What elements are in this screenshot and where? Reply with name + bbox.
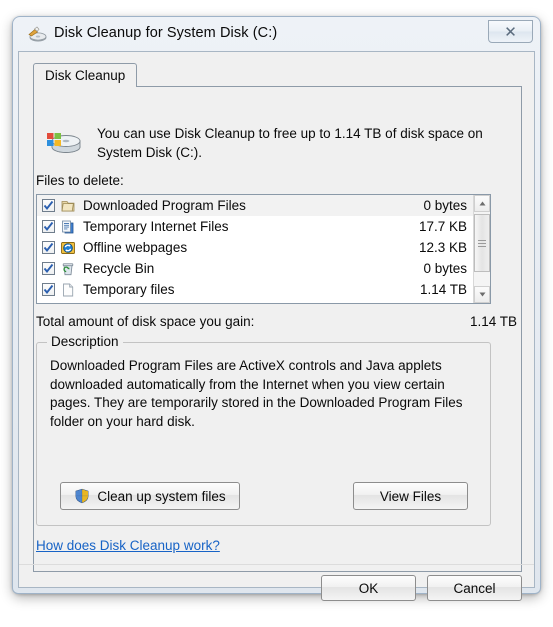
tab-disk-cleanup[interactable]: Disk Cleanup (33, 63, 138, 87)
window-title: Disk Cleanup for System Disk (C:) (54, 25, 278, 41)
dialog-client-area: Disk Cleanup You can use Disk Cleanup to… (18, 51, 535, 601)
ok-button[interactable]: OK (321, 575, 416, 601)
document-pages-icon (60, 219, 76, 235)
list-item-size: 1.14 TB (419, 282, 467, 297)
tab-strip: Disk Cleanup (33, 63, 522, 87)
clean-up-system-files-label: Clean up system files (97, 488, 226, 504)
list-item[interactable]: Recycle Bin 0 bytes (37, 258, 474, 279)
description-legend: Description (47, 334, 123, 349)
list-item[interactable]: Temporary files 1.14 TB (37, 279, 474, 300)
checkbox-downloaded-program-files[interactable] (42, 199, 55, 212)
disk-cleanup-icon (27, 25, 47, 43)
tab-seam (34, 86, 132, 87)
clean-up-system-files-button[interactable]: Clean up system files (60, 482, 240, 510)
checkbox-recycle-bin[interactable] (42, 262, 55, 275)
close-button[interactable]: ✕ (488, 20, 533, 43)
list-item-size: 12.3 KB (418, 240, 467, 255)
description-groupbox: Description Downloaded Program Files are… (36, 334, 491, 526)
disk-cleanup-window: Disk Cleanup for System Disk (C:) ✕ Disk… (12, 16, 542, 601)
list-scrollbar[interactable] (473, 195, 490, 303)
cancel-label: Cancel (453, 580, 496, 596)
list-item-size: 0 bytes (423, 261, 467, 276)
list-item-size: 0 bytes (423, 198, 467, 213)
list-item-label: Recycle Bin (83, 261, 155, 276)
blank-page-icon (60, 282, 76, 298)
scrollbar-grip-icon (478, 238, 486, 249)
view-files-button[interactable]: View Files (353, 482, 468, 510)
files-to-delete-list[interactable]: Downloaded Program Files 0 bytes Tempora… (36, 194, 491, 304)
view-files-label: View Files (379, 488, 442, 504)
hard-disk-icon (44, 125, 84, 157)
uac-shield-icon (74, 488, 90, 504)
checkbox-offline-webpages[interactable] (42, 241, 55, 254)
list-item-label: Downloaded Program Files (83, 198, 246, 213)
total-space-label: Total amount of disk space you gain: (36, 314, 255, 329)
list-item-size: 17.7 KB (418, 219, 467, 234)
list-item[interactable]: Temporary Internet Files 17.7 KB (37, 216, 474, 237)
total-space-value: 1.14 TB (469, 314, 517, 329)
title-bar[interactable]: Disk Cleanup for System Disk (C:) ✕ (13, 17, 542, 51)
close-icon: ✕ (504, 23, 517, 41)
list-item-label: Offline webpages (83, 240, 188, 255)
footer-separator (19, 564, 534, 565)
checkbox-temporary-files[interactable] (42, 283, 55, 296)
checkbox-temporary-internet-files[interactable] (42, 220, 55, 233)
folder-icon (60, 198, 76, 214)
tab-label: Disk Cleanup (45, 68, 126, 83)
how-does-disk-cleanup-work-link[interactable]: How does Disk Cleanup work? (36, 538, 220, 553)
description-text: Downloaded Program Files are ActiveX con… (50, 358, 463, 429)
intro-text: You can use Disk Cleanup to free up to 1… (97, 126, 483, 160)
list-item-label: Temporary Internet Files (83, 219, 229, 234)
list-item[interactable]: Offline webpages 12.3 KB (37, 237, 474, 258)
ok-label: OK (358, 580, 379, 596)
scrollbar-thumb[interactable] (474, 214, 490, 272)
cancel-button[interactable]: Cancel (427, 575, 522, 601)
files-to-delete-label: Files to delete: (36, 173, 124, 188)
list-rows: Downloaded Program Files 0 bytes Tempora… (37, 195, 474, 303)
offline-sync-icon (60, 240, 76, 256)
recycle-bin-icon (60, 261, 76, 277)
scroll-down-button[interactable] (474, 286, 490, 303)
list-item-label: Temporary files (83, 282, 175, 297)
list-item[interactable]: Downloaded Program Files 0 bytes (37, 195, 474, 216)
scroll-up-button[interactable] (474, 195, 490, 212)
